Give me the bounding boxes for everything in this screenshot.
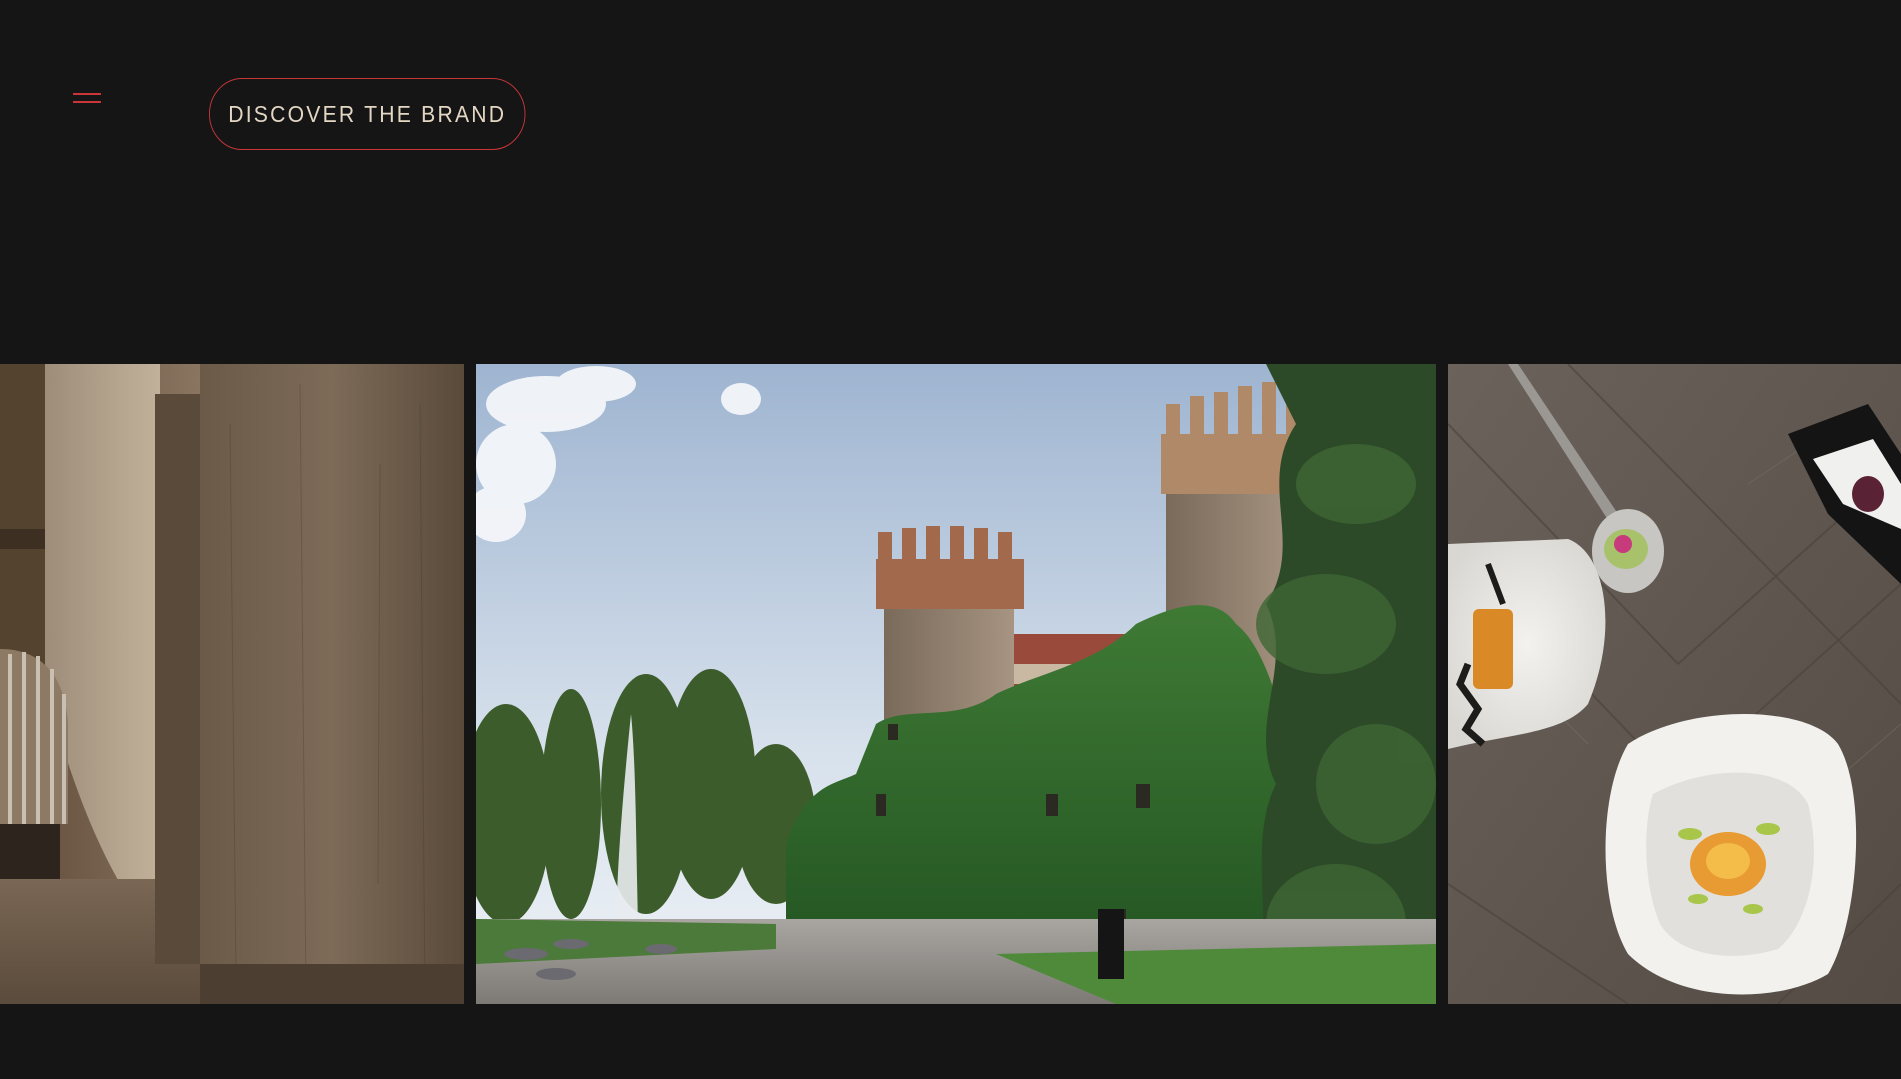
gallery-image-cellar[interactable] <box>0 364 464 1004</box>
cellar-photo <box>0 364 464 1004</box>
discover-the-brand-button[interactable]: DISCOVER THE BRAND <box>209 78 526 150</box>
image-gallery[interactable] <box>0 364 1901 1004</box>
page: DISCOVER THE BRAND <box>0 0 1901 1079</box>
dishes-photo <box>1448 364 1901 1004</box>
hamburger-menu-icon[interactable] <box>70 88 106 110</box>
castle-photo <box>476 364 1436 1004</box>
menu-line <box>73 101 101 103</box>
menu-line <box>73 93 101 95</box>
gallery-image-dishes[interactable] <box>1448 364 1901 1004</box>
gallery-image-castle[interactable] <box>476 364 1436 1004</box>
